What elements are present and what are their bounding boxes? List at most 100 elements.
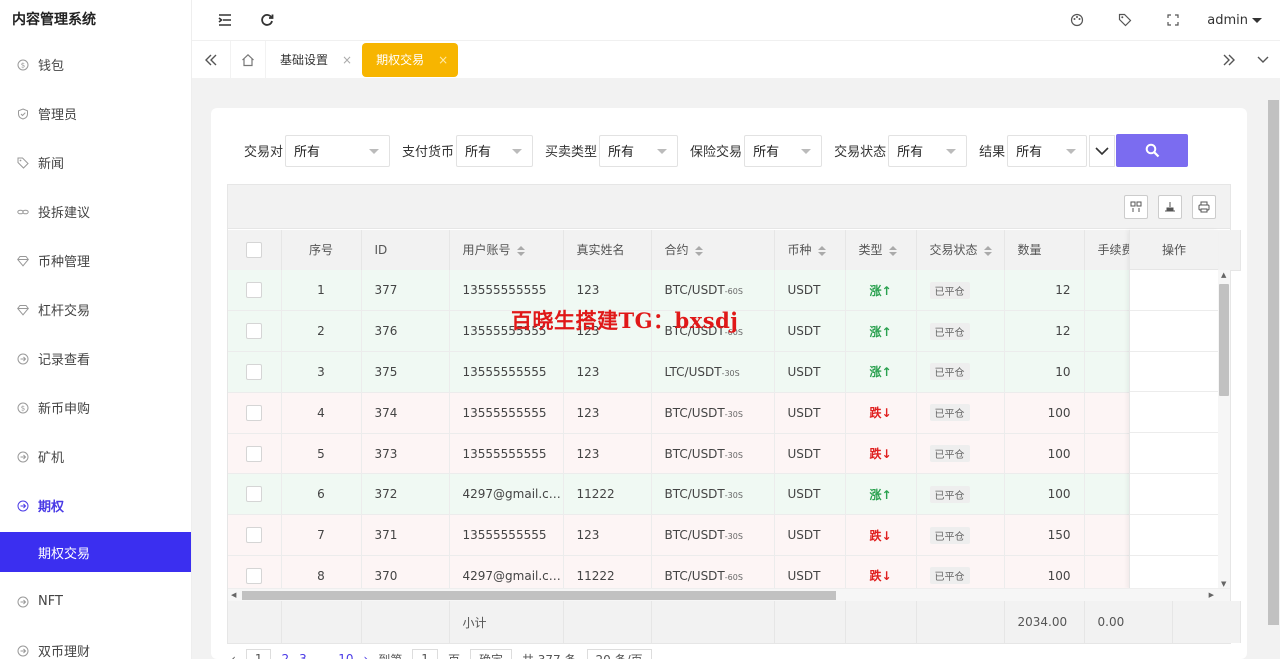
horizontal-scrollbar[interactable]: ◀ ▶ [228,588,1230,601]
pair-select[interactable]: 所有 [285,134,391,167]
caret-down-icon [512,148,523,154]
scroll-left-icon[interactable]: ◀ [231,591,236,599]
close-icon[interactable]: × [342,53,352,67]
expand-filters-button[interactable] [1089,134,1116,167]
sort-icon[interactable] [516,245,525,256]
row-checkbox[interactable] [246,282,263,299]
cell-account: 13555555555 [449,514,564,557]
scroll-thumb[interactable] [1268,100,1279,625]
scroll-right-icon[interactable]: ▶ [1209,591,1214,599]
vertical-scrollbar[interactable]: ▲ ▼ [1218,270,1230,589]
confirm-button[interactable]: 确定 [469,649,512,659]
table-row[interactable]: 3 375 13555555555 123 LTC/USDT-30S USDT 涨↑ 已平仓 1… [228,351,1218,393]
next-page-icon[interactable]: › [363,652,368,659]
caret-down-icon [369,148,380,154]
table-header: 序号 ID 用户账号 真实姓名 合约 币种 类型 交易状态 数量 手续费 [228,230,1241,271]
row-checkbox[interactable] [246,363,263,380]
tab-basic-settings[interactable]: 基础设置 × [266,43,362,77]
trade-type-select[interactable]: 所有 [599,134,679,167]
column-header[interactable]: 类型 [845,230,917,271]
sidebar-item[interactable]: 杠杆交易 [0,285,191,334]
column-header[interactable]: 用户账号 [449,230,564,271]
column-header: 真实姓名 [563,230,652,271]
circle-arrow-icon [17,596,29,608]
insurance-select[interactable]: 所有 [744,134,823,167]
sidebar-item[interactable]: 投拆建议 [0,187,191,236]
cell-contract: BTC/USDT-30S [651,473,775,516]
cell-id: 376 [361,310,450,353]
tab-option-trading[interactable]: 期权交易 × [362,42,459,77]
close-icon[interactable]: × [438,53,448,67]
result-select[interactable]: 所有 [1007,134,1088,167]
page-scrollbar[interactable] [1267,90,1280,659]
column-header[interactable]: 交易状态 [916,230,1005,271]
home-icon[interactable] [230,40,266,79]
select-all-checkbox[interactable] [246,241,263,258]
table-row[interactable]: 6 372 4297@gmail.c… 11222 BTC/USDT-30S USDT 涨↑… [228,473,1218,516]
sidebar-item[interactable]: 记录查看 [0,334,191,383]
pay-currency-select[interactable]: 所有 [456,134,534,167]
tabs-dropdown-icon[interactable] [1246,41,1280,79]
table-row[interactable]: 7 371 13555555555 123 BTC/USDT-30S USDT 跌↓ 已平仓 1… [228,514,1218,557]
prev-page-icon[interactable]: ‹ [231,652,236,659]
sidebar-subitem-active[interactable]: 期权交易 [0,532,191,572]
menu-collapse-icon[interactable] [211,6,239,34]
page-1[interactable]: 1 [245,649,272,659]
search-button[interactable] [1116,134,1189,167]
row-checkbox-cell [228,351,282,393]
sort-icon[interactable] [888,245,897,256]
scroll-down-icon[interactable]: ▼ [1221,580,1226,588]
sidebar-item[interactable]: $ 钱包 [0,40,191,89]
cell-type: 涨↑ [845,351,917,393]
row-checkbox[interactable] [246,527,263,544]
sidebar-item[interactable]: 期权 [0,481,191,530]
table-row[interactable]: 5 373 13555555555 123 BTC/USDT-30S USDT 跌↓ 已平仓 1… [228,433,1218,475]
row-checkbox[interactable] [246,567,263,584]
contract-period: -30S [724,409,743,419]
row-checkbox[interactable] [246,486,263,503]
sort-icon[interactable] [694,245,703,256]
sidebar-item[interactable]: 新闻 [0,138,191,187]
trade-status-select[interactable]: 所有 [888,134,968,167]
columns-filter-icon[interactable] [1124,194,1148,219]
sidebar-item[interactable]: 矿机 [0,432,191,481]
row-checkbox[interactable] [246,445,263,462]
export-icon[interactable] [1158,194,1182,219]
tabs-scroll-left-icon[interactable] [192,41,230,79]
goto-input[interactable]: 1 [412,649,438,659]
caret-down-icon [1066,148,1077,154]
sidebar-item[interactable]: NFT [0,577,191,626]
tabs-scroll-right-icon[interactable] [1212,41,1246,79]
scroll-up-icon[interactable]: ▲ [1221,271,1226,279]
row-checkbox[interactable] [246,323,263,340]
table-row[interactable]: 4 374 13555555555 123 BTC/USDT-30S USDT 跌↓ 已平仓 1… [228,392,1218,434]
page-size-select[interactable]: 20 条/页 [586,649,652,659]
sort-icon[interactable] [983,245,992,256]
theme-palette-icon[interactable] [1063,6,1091,34]
page-3[interactable]: 3 [299,652,307,659]
sidebar-item[interactable]: $ 新币申购 [0,383,191,432]
sidebar-item-label: 新闻 [38,157,65,172]
page-2[interactable]: 2 [281,652,289,659]
cell-account: 4297@gmail.c… [449,473,564,516]
fullscreen-icon[interactable] [1159,6,1187,34]
sidebar: 内容管理系统 $ 钱包 管理员 新闻 投拆建议 币种管理 杠杆交易 记录查看 $ 新币申购 矿机 期权… [0,0,192,659]
page-10[interactable]: 10 [338,652,353,659]
print-icon[interactable] [1192,194,1216,219]
operation-column: 操作 [1129,230,1218,597]
scroll-thumb[interactable] [1219,284,1229,396]
row-checkbox[interactable] [246,404,263,421]
sidebar-item[interactable]: 双币理财 [0,626,191,659]
cell-qty: 12 [1004,310,1085,353]
refresh-icon[interactable] [253,6,281,34]
user-menu[interactable]: admin [1207,13,1262,28]
sort-icon[interactable] [817,245,826,256]
sidebar-item[interactable]: 币种管理 [0,236,191,285]
table-row[interactable]: 8 370 4297@gmail.c… 11222 BTC/USDT-60S USDT 跌↓… [228,555,1218,589]
tag-icon[interactable] [1111,6,1139,34]
column-header[interactable]: 合约 [651,230,775,271]
sidebar-item[interactable]: 管理员 [0,89,191,138]
scroll-thumb[interactable] [242,591,836,600]
select-all-checkbox-cell [228,230,282,271]
column-header[interactable]: 币种 [774,230,846,271]
